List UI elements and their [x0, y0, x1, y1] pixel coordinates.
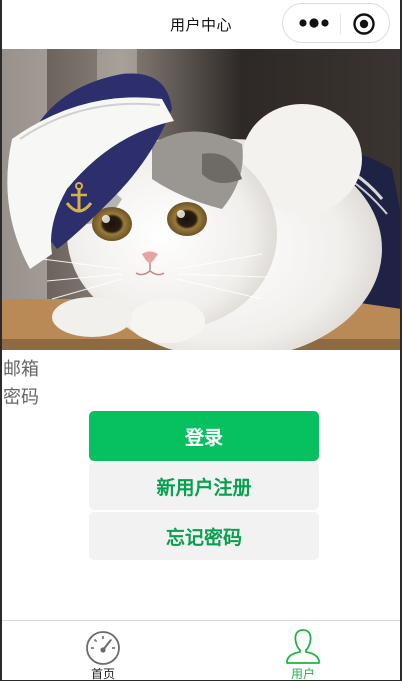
login-button[interactable]: 登录 — [89, 411, 319, 461]
forgot-password-button[interactable]: 忘记密码 — [89, 512, 319, 560]
more-dots-icon[interactable] — [295, 15, 335, 31]
tab-home-label: 首页 — [90, 667, 115, 681]
user-icon — [283, 627, 323, 665]
mini-program-capsule — [282, 3, 390, 43]
target-close-icon[interactable] — [352, 12, 376, 36]
capsule-divider — [340, 14, 341, 34]
email-label: 邮箱 — [3, 359, 39, 380]
tab-user[interactable]: 用户 — [273, 625, 333, 681]
password-label: 密码 — [3, 387, 39, 408]
cat-photo — [2, 49, 400, 350]
navigation-bar: 用户中心 — [2, 0, 400, 49]
tab-home[interactable]: 首页 — [73, 625, 133, 681]
app-page: 用户中心 邮箱 密码 登录 新用户注册 忘记密码 首页 用户 — [0, 0, 402, 681]
dashboard-gauge-icon — [83, 627, 123, 665]
register-button[interactable]: 新用户注册 — [89, 462, 319, 510]
tab-user-label: 用户 — [290, 667, 315, 681]
tab-bar: 首页 用户 — [2, 620, 400, 681]
